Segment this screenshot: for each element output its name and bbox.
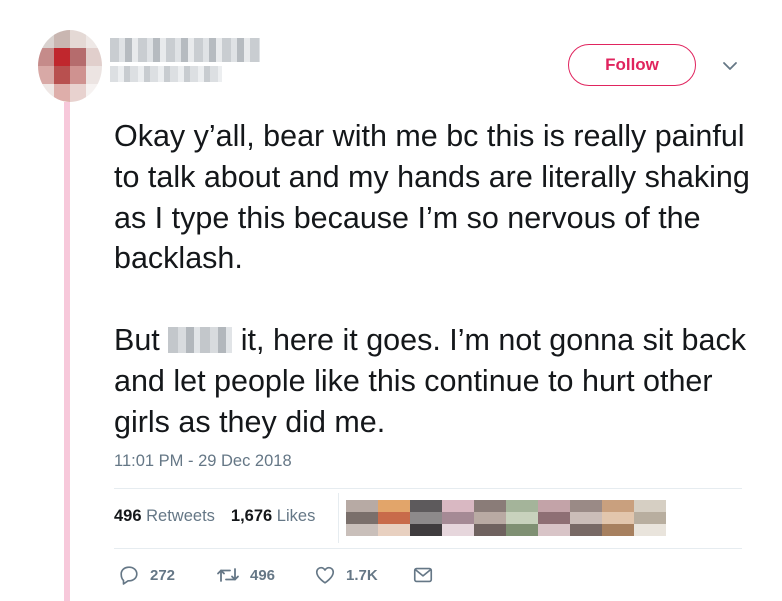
stats-divider-bottom [114,548,742,549]
thread-line [64,102,70,601]
liker-avatar[interactable] [506,500,538,536]
liker-avatar[interactable] [410,500,442,536]
retweets-stat[interactable]: 496 Retweets [114,507,215,526]
avatar[interactable] [38,30,102,102]
like-button[interactable]: 1.7K [314,564,412,586]
likes-label: Likes [276,507,316,525]
liker-avatar[interactable] [442,500,474,536]
liker-avatar[interactable] [378,500,410,536]
retweets-label: Retweets [146,507,215,525]
censored-word [168,326,233,353]
tweet-paragraph-1: Okay y’all, bear with me bc this is real… [114,119,750,276]
liker-avatar[interactable] [538,500,570,536]
retweet-icon [217,568,239,582]
reply-count: 272 [150,566,176,584]
liker-avatar[interactable] [474,500,506,536]
chevron-down-icon[interactable] [718,56,742,76]
tweet-timestamp[interactable]: 11:01 PM - 29 Dec 2018 [114,452,292,471]
tweet-text-before-censor: But [114,322,160,357]
retweets-count: 496 [114,507,142,525]
display-name[interactable] [110,38,260,62]
tweet-stats: 496 Retweets 1,676 Likes [114,507,315,526]
like-count: 1.7K [346,566,378,584]
retweet-count: 496 [250,566,276,584]
retweet-button[interactable]: 496 [216,564,314,586]
reply-icon [120,566,138,585]
likes-stat[interactable]: 1,676 Likes [231,507,315,526]
liker-avatar[interactable] [346,500,378,536]
likes-count: 1,676 [230,507,273,525]
direct-message-button[interactable] [412,565,434,585]
liker-avatar[interactable] [570,500,602,536]
message-icon [413,567,433,583]
liker-avatar[interactable] [602,500,634,536]
follow-button[interactable]: Follow [568,44,696,86]
tweet-actions: 272 496 1.7K [118,564,434,586]
tweet-text: Okay y’all, bear with me bc this is real… [114,116,754,442]
liker-avatars [346,500,666,536]
stats-separator [338,493,339,543]
stats-divider-top [114,488,742,489]
liker-avatar[interactable] [634,500,666,536]
reply-button[interactable]: 272 [118,564,216,586]
heart-icon [315,566,335,584]
username[interactable] [110,66,222,82]
tweet-paragraph-2: But it, here it goes. I’m not gonna sit … [114,320,754,442]
